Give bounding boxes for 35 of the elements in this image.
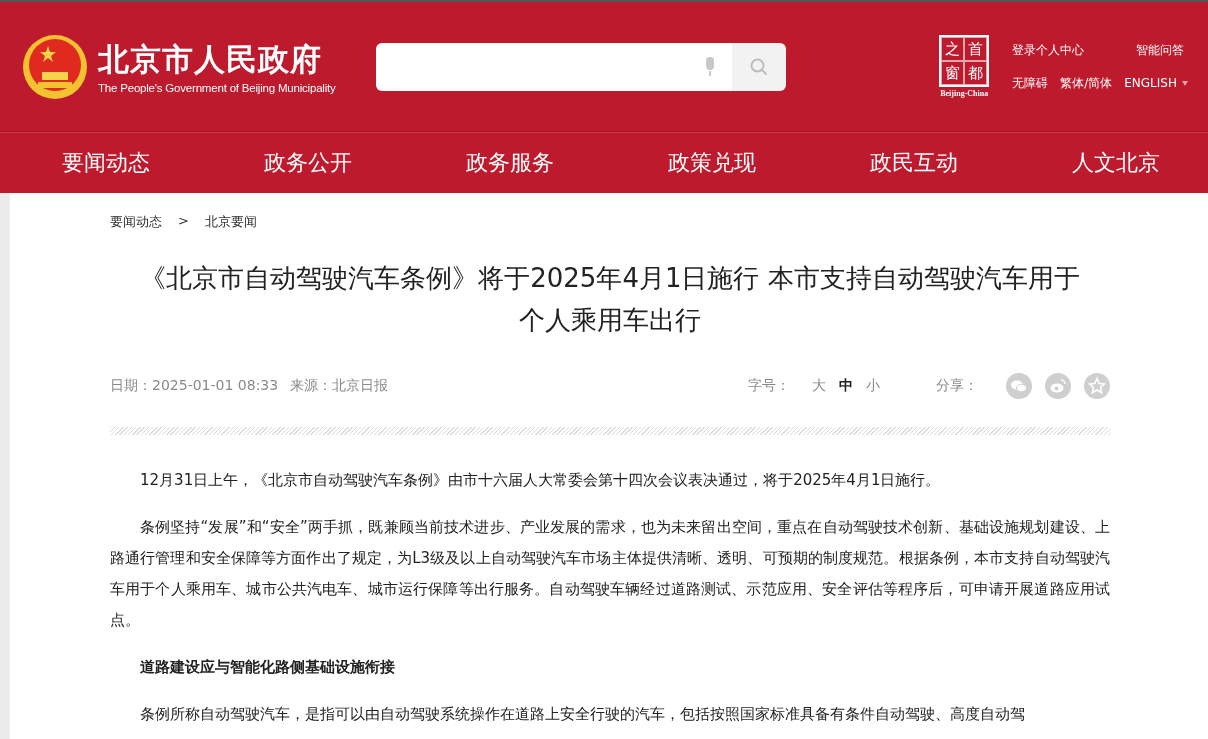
breadcrumb-link[interactable]: 要闻动态 [110, 213, 162, 233]
emblem-icon [22, 33, 88, 100]
article-date: 日期：2025-01-01 08:33 [110, 377, 279, 395]
breadcrumb-link[interactable]: 北京要闻 [204, 213, 257, 233]
nav-item[interactable]: 要闻动态 [62, 148, 150, 178]
font-size-option[interactable]: 中 [839, 377, 853, 395]
article-paragraph: 条例所称自动驾驶汽车，是指可以由自动驾驶系统操作在道路上安全行驶的汽车，包括按照国家标准具备有条件自动驾驶、高度自动驾 [139, 704, 1026, 725]
nav-item[interactable]: 政务服务 [466, 148, 554, 178]
search-field[interactable] [376, 42, 732, 91]
header-link[interactable]: 繁体/简体 [1060, 74, 1113, 92]
wechat-share-icon[interactable] [1006, 373, 1032, 399]
breadcrumb-separator: > [178, 213, 189, 230]
article-paragraph: 条例坚持“发展”和“安全”两手抓，既兼顾当前技术进步、产业发展的需求，也为未来留出空间，重点在自动驾驶技术创新、基础设施规划建设、上路通行管理和安全保障等方面作出了规定，为L3级及以上自动驾驶汽车市场主体提供清晰、透明、可预期的制度规范。根据条例，本市支持自动驾驶汽车用于个人乘用车、城市公共汽电车、城市运行保障等出行服务。自动驾驶车辆经过道路测试、示范应用、安全评估等程序后，可申请开展道路应用试点。 [110, 517, 1110, 631]
section-heading: 道路建设应与智能化路侧基础设施衔接 [139, 657, 396, 678]
header-link[interactable]: 无障碍 [1012, 74, 1049, 92]
header-link[interactable]: 登录个人中心 [1012, 41, 1085, 59]
search-icon [750, 57, 768, 76]
article-title: 《北京市自动驾驶汽车条例》将于2025年4月1日施行 本市支持自动驾驶汽车用于个人乘用车出行 [139, 262, 1081, 337]
microphone-icon[interactable] [704, 56, 716, 77]
nav-item[interactable]: 政务公开 [264, 148, 352, 178]
font-size-label: 字号： [748, 377, 790, 395]
nav-item[interactable]: 政民互动 [870, 148, 958, 178]
nav-item[interactable]: 人文北京 [1072, 148, 1160, 178]
language-dropdown[interactable]: ENGLISH [1124, 76, 1188, 90]
header-link[interactable]: 智能问答 [1136, 41, 1185, 59]
search-button[interactable] [732, 42, 786, 91]
font-size-option[interactable]: 小 [866, 377, 880, 395]
share-label: 分享： [936, 377, 978, 395]
nav-item[interactable]: 政策兑现 [668, 148, 756, 178]
site-title[interactable]: 北京市人民政府 [98, 39, 336, 78]
article-paragraph: 12月31日上午，《北京市自动驾驶汽车条例》由市十六届人大常委会第十四次会议表决通过，将于2025年4月1日施行。 [139, 470, 942, 491]
site-subtitle: The People's Government of Beijing Municipality [98, 81, 336, 94]
font-size-option[interactable]: 大 [812, 377, 826, 395]
weibo-share-icon[interactable] [1045, 373, 1071, 399]
article-source: 来源：北京日报 [290, 377, 389, 395]
